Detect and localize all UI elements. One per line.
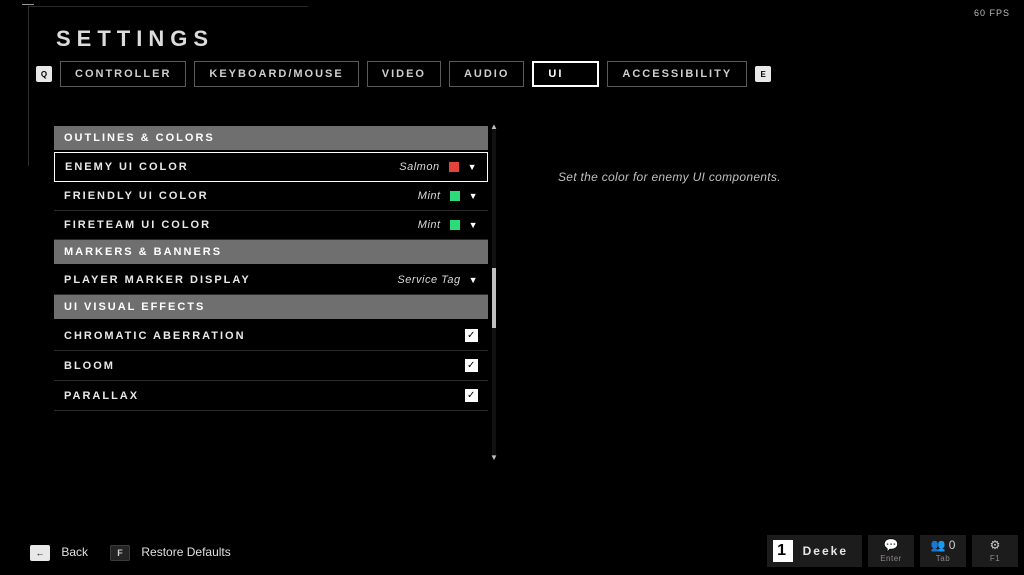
row-label: FRIENDLY UI COLOR (64, 190, 209, 202)
bumper-right-icon[interactable]: E (755, 66, 771, 82)
tab-audio[interactable]: AUDIO (449, 61, 524, 87)
key-label: Tab (936, 554, 950, 563)
chevron-down-icon: ▼ (468, 162, 477, 172)
chat-icon: 💬 (884, 539, 899, 551)
row-label: FIRETEAM UI COLOR (64, 219, 211, 231)
chevron-down-icon: ▼ (469, 220, 478, 230)
back-button[interactable]: ← Back (30, 545, 88, 561)
scroll-up-icon[interactable]: ▲ (490, 122, 498, 131)
tab-ui[interactable]: UI (532, 61, 599, 87)
profile-chip[interactable]: 1 Deeke (767, 535, 862, 567)
row-label: ENEMY UI COLOR (65, 161, 189, 173)
key-label: Enter (880, 554, 902, 563)
color-swatch-icon (448, 161, 460, 173)
fireteam-count: 0 (949, 538, 956, 552)
tab-keyboard-mouse[interactable]: KEYBOARD/MOUSE (194, 61, 358, 87)
bumper-left-icon[interactable]: Q (36, 66, 52, 82)
key-label: F1 (990, 554, 1000, 563)
row-value: Mint (418, 190, 441, 202)
color-swatch-icon (449, 219, 461, 231)
chat-button[interactable]: 💬 Enter (868, 535, 914, 567)
tab-video[interactable]: VIDEO (367, 61, 441, 87)
row-label: BLOOM (64, 360, 115, 372)
profile-emblem-icon: 1 (773, 540, 793, 562)
row-fireteam-ui-color[interactable]: FIRETEAM UI COLOR Mint ▼ (54, 211, 488, 240)
decoration-tick (22, 4, 34, 9)
fps-counter: 60 FPS (974, 8, 1010, 18)
help-text: Set the color for enemy UI components. (558, 170, 781, 184)
fireteam-icon: 👥 0 (931, 539, 956, 551)
tab-bar: Q CONTROLLER KEYBOARD/MOUSE VIDEO AUDIO … (36, 61, 771, 87)
chevron-down-icon: ▼ (469, 275, 478, 285)
back-label: Back (61, 545, 88, 559)
checkbox-icon[interactable]: ✓ (465, 359, 478, 372)
row-friendly-ui-color[interactable]: FRIENDLY UI COLOR Mint ▼ (54, 182, 488, 211)
color-swatch-icon (449, 190, 461, 202)
settings-button[interactable]: ⚙ F1 (972, 535, 1018, 567)
settings-list: OUTLINES & COLORS ENEMY UI COLOR Salmon … (54, 126, 488, 458)
tab-controller[interactable]: CONTROLLER (60, 61, 186, 87)
checkbox-icon[interactable]: ✓ (465, 389, 478, 402)
decoration-line (28, 6, 308, 7)
category-ui-visual-effects: UI VISUAL EFFECTS (54, 295, 488, 319)
category-markers-banners: MARKERS & BANNERS (54, 240, 488, 264)
row-value: Salmon (399, 161, 439, 173)
scrollbar[interactable]: ▲ ▼ (492, 126, 496, 458)
footer-left: ← Back F Restore Defaults (30, 545, 231, 561)
chevron-down-icon: ▼ (469, 191, 478, 201)
row-bloom[interactable]: BLOOM ✓ (54, 351, 488, 381)
row-player-marker-display[interactable]: PLAYER MARKER DISPLAY Service Tag ▼ (54, 266, 488, 295)
page-title: SETTINGS (56, 26, 214, 52)
key-icon: ← (30, 545, 50, 561)
tab-accessibility[interactable]: ACCESSIBILITY (607, 61, 747, 87)
row-chromatic-aberration[interactable]: CHROMATIC ABERRATION ✓ (54, 321, 488, 351)
row-label: PLAYER MARKER DISPLAY (64, 274, 251, 286)
restore-label: Restore Defaults (141, 545, 230, 559)
profile-name: Deeke (803, 544, 848, 558)
row-label: PARALLAX (64, 390, 139, 402)
category-outlines-colors: OUTLINES & COLORS (54, 126, 488, 150)
scrollbar-thumb[interactable] (492, 268, 496, 328)
checkbox-icon[interactable]: ✓ (465, 329, 478, 342)
scroll-down-icon[interactable]: ▼ (490, 453, 498, 462)
decoration-line (28, 6, 29, 166)
row-enemy-ui-color[interactable]: ENEMY UI COLOR Salmon ▼ (54, 152, 488, 182)
row-value: Mint (418, 219, 441, 231)
fireteam-button[interactable]: 👥 0 Tab (920, 535, 966, 567)
row-parallax[interactable]: PARALLAX ✓ (54, 381, 488, 411)
footer-right: 1 Deeke 💬 Enter 👥 0 Tab ⚙ F1 (767, 535, 1018, 567)
key-icon: F (110, 545, 130, 561)
row-value: Service Tag (397, 274, 460, 286)
row-label: CHROMATIC ABERRATION (64, 330, 246, 342)
restore-defaults-button[interactable]: F Restore Defaults (110, 545, 231, 561)
gear-icon: ⚙ (990, 539, 1001, 551)
